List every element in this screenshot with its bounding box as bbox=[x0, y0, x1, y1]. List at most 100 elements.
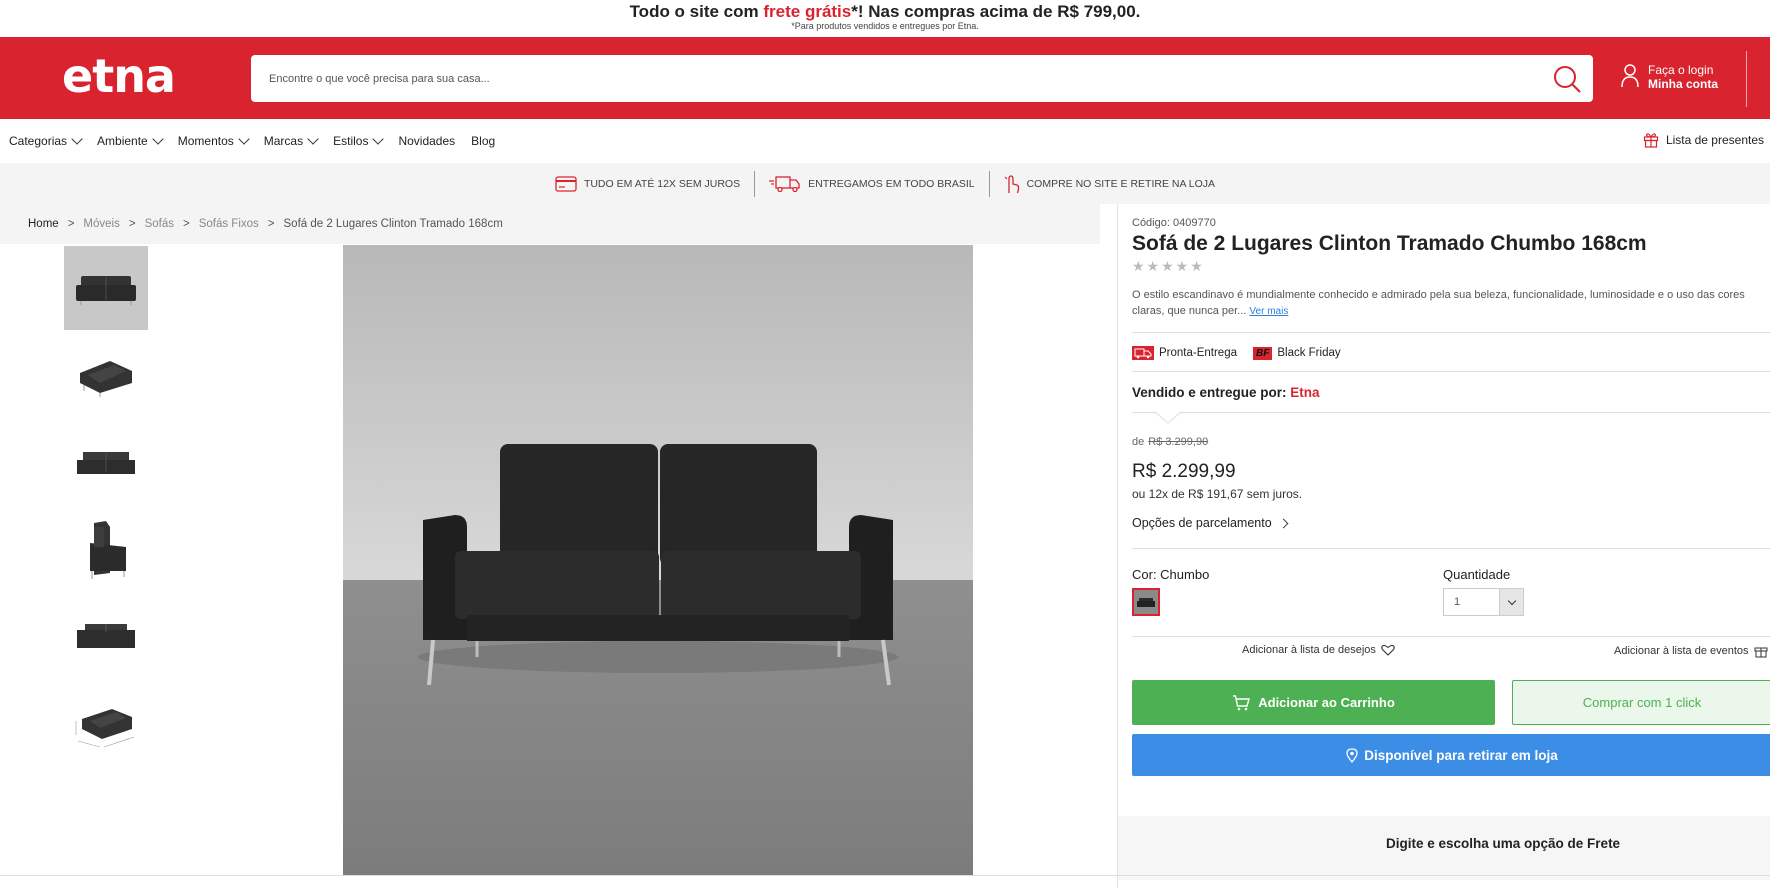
credit-card-icon bbox=[555, 175, 577, 192]
nav-item-momentos[interactable]: Momentos bbox=[177, 133, 250, 148]
chevron-down-icon bbox=[71, 133, 83, 145]
sofa-swatch-image bbox=[1134, 590, 1158, 614]
account-label: Minha conta bbox=[1648, 77, 1719, 91]
map-pin-icon bbox=[1346, 747, 1358, 763]
site-header: etna Faça o login Minha conta bbox=[0, 37, 1770, 119]
current-price: R$ 2.299,99 bbox=[1132, 461, 1236, 482]
sofa-thumbnail-image bbox=[77, 624, 135, 648]
nav-label: Categorias bbox=[9, 134, 68, 148]
add-to-wishlist-link[interactable]: Adicionar à lista de desejos bbox=[1242, 644, 1395, 656]
nav-item-blog[interactable]: Blog bbox=[471, 134, 495, 148]
sofa-main-image bbox=[343, 245, 973, 875]
benefit-label: COMPRE NO SITE E RETIRE NA LOJA bbox=[1026, 177, 1216, 190]
nav-item-estilos[interactable]: Estilos bbox=[333, 133, 385, 148]
freight-section: Digite e escolha uma opção de Frete bbox=[1118, 816, 1770, 880]
thumbnail-angle-left[interactable] bbox=[64, 333, 148, 417]
chevron-down-icon bbox=[307, 133, 319, 145]
description-text: O estilo escandinavo é mundialmente conh… bbox=[1132, 289, 1745, 317]
thumbnail-front[interactable] bbox=[64, 246, 148, 330]
breadcrumb-sofas-fixos[interactable]: Sofás Fixos bbox=[199, 218, 259, 230]
benefit-label: ENTREGAMOS EM TODO BRASIL bbox=[808, 177, 975, 190]
main-nav: Categorias Ambiente Momentos Marcas Esti… bbox=[0, 119, 1770, 163]
badge-label: Pronta-Entrega bbox=[1159, 347, 1237, 359]
sofa-thumbnail-image bbox=[80, 361, 132, 397]
chevron-down-icon bbox=[1499, 589, 1523, 615]
promo-highlight: frete grátis bbox=[763, 2, 852, 21]
nav-label: Marcas bbox=[263, 134, 304, 148]
etna-logo[interactable]: etna bbox=[62, 53, 176, 99]
user-icon bbox=[1621, 64, 1639, 88]
delivery-truck-icon bbox=[1132, 346, 1154, 360]
sofa-thumbnail-image bbox=[76, 276, 136, 305]
buy-one-click-button[interactable]: Comprar com 1 click bbox=[1512, 680, 1770, 725]
payment-options-label: Opções de parcelamento bbox=[1132, 516, 1272, 530]
add-to-cart-button[interactable]: Adicionar ao Carrinho bbox=[1132, 680, 1495, 725]
product-code-value: 0409770 bbox=[1172, 217, 1216, 229]
nav-item-categorias[interactable]: Categorias bbox=[9, 133, 83, 148]
thumbnail-angle-front[interactable] bbox=[64, 420, 148, 504]
nav-item-marcas[interactable]: Marcas bbox=[263, 133, 319, 148]
seller-name[interactable]: Etna bbox=[1290, 385, 1319, 400]
from-label: de bbox=[1132, 436, 1145, 448]
chevron-down-icon bbox=[152, 133, 164, 145]
gift-list-label: Lista de presentes bbox=[1665, 133, 1764, 147]
nav-item-ambiente[interactable]: Ambiente bbox=[97, 133, 164, 148]
thumbnail-dimensions[interactable] bbox=[64, 681, 148, 765]
store-pickup-label: Disponível para retirar em loja bbox=[1364, 747, 1558, 763]
search-icon[interactable] bbox=[1551, 63, 1583, 95]
payment-options-link[interactable]: Opções de parcelamento bbox=[1132, 516, 1289, 530]
old-price-value: R$ 3.299,90 bbox=[1148, 436, 1209, 448]
promo-bar: Todo o site com frete grátis*! Nas compr… bbox=[0, 0, 1770, 37]
breadcrumb-home[interactable]: Home bbox=[28, 218, 59, 230]
sofa-thumbnail-image bbox=[90, 521, 126, 579]
breadcrumb-separator: > bbox=[267, 218, 275, 230]
breadcrumb-moveis[interactable]: Móveis bbox=[83, 218, 119, 230]
divider bbox=[1132, 636, 1770, 637]
hand-pointer-icon bbox=[1004, 174, 1019, 193]
promo-note: *Para produtos vendidos e entregues por … bbox=[791, 21, 979, 31]
buy-one-click-label: Comprar com 1 click bbox=[1582, 695, 1702, 710]
account-link[interactable]: Faça o login Minha conta bbox=[1620, 63, 1718, 91]
heart-icon bbox=[1381, 644, 1395, 656]
promo-prefix: Todo o site com bbox=[629, 2, 764, 21]
search-input[interactable] bbox=[251, 55, 1511, 102]
rating-stars[interactable]: ★★★★★ bbox=[1132, 258, 1205, 275]
nav-label: Ambiente bbox=[97, 134, 148, 148]
quantity-select[interactable]: 1 bbox=[1443, 588, 1524, 616]
product-badges: Pronta-Entrega BF Black Friday bbox=[1132, 346, 1341, 360]
search-bar bbox=[251, 55, 1593, 102]
nav-label: Novidades bbox=[398, 134, 456, 148]
benefit-installments: TUDO EM ATÉ 12X SEM JUROS bbox=[541, 175, 754, 192]
breadcrumb: Home > Móveis > Sofás > Sofás Fixos > Sofá d… bbox=[0, 204, 1100, 244]
benefit-delivery: ENTREGAMOS EM TODO BRASIL bbox=[755, 175, 988, 193]
nav-item-novidades[interactable]: Novidades bbox=[398, 134, 455, 148]
color-label: Cor: Chumbo bbox=[1132, 567, 1210, 582]
chevron-right-icon bbox=[1278, 518, 1289, 528]
gift-list-link[interactable]: Lista de presentes bbox=[1643, 132, 1764, 148]
breadcrumb-current: Sofá de 2 Lugares Clinton Tramado 168cm bbox=[283, 218, 503, 230]
badge-label: Black Friday bbox=[1277, 347, 1341, 359]
benefit-pickup: COMPRE NO SITE E RETIRE NA LOJA bbox=[990, 173, 1229, 195]
badge-ready-delivery: Pronta-Entrega bbox=[1132, 346, 1237, 360]
product-code-label: Código: bbox=[1132, 217, 1170, 229]
store-pickup-button[interactable]: Disponível para retirar em loja bbox=[1132, 734, 1770, 776]
add-to-events-link[interactable]: Adicionar à lista de eventos bbox=[1614, 644, 1768, 658]
nav-label: Momentos bbox=[177, 134, 234, 148]
color-swatch-chumbo[interactable] bbox=[1132, 588, 1160, 616]
wishlist-label: Adicionar à lista de desejos bbox=[1242, 644, 1376, 656]
thumbnail-back[interactable] bbox=[64, 594, 148, 678]
promo-suffix: *! Nas compras acima de R$ 799,00. bbox=[851, 2, 1141, 21]
product-code: Código: 0409770 bbox=[1132, 217, 1216, 229]
add-to-cart-label: Adicionar ao Carrinho bbox=[1258, 695, 1395, 710]
product-main-image[interactable] bbox=[343, 245, 973, 875]
truck-icon bbox=[769, 175, 800, 192]
seller-info: Vendido e entregue por: Etna bbox=[1132, 385, 1320, 400]
sofa-thumbnail-image bbox=[77, 452, 135, 474]
thumbnail-side[interactable] bbox=[64, 507, 148, 591]
benefits-strip: TUDO EM ATÉ 12X SEM JUROS ENTREGAMOS EM … bbox=[0, 163, 1770, 204]
see-more-link[interactable]: Ver mais bbox=[1249, 306, 1288, 317]
chevron-down-icon bbox=[372, 133, 385, 145]
breadcrumb-sofas[interactable]: Sofás bbox=[145, 218, 174, 230]
gift-icon bbox=[1754, 647, 1768, 658]
divider bbox=[1132, 371, 1770, 372]
